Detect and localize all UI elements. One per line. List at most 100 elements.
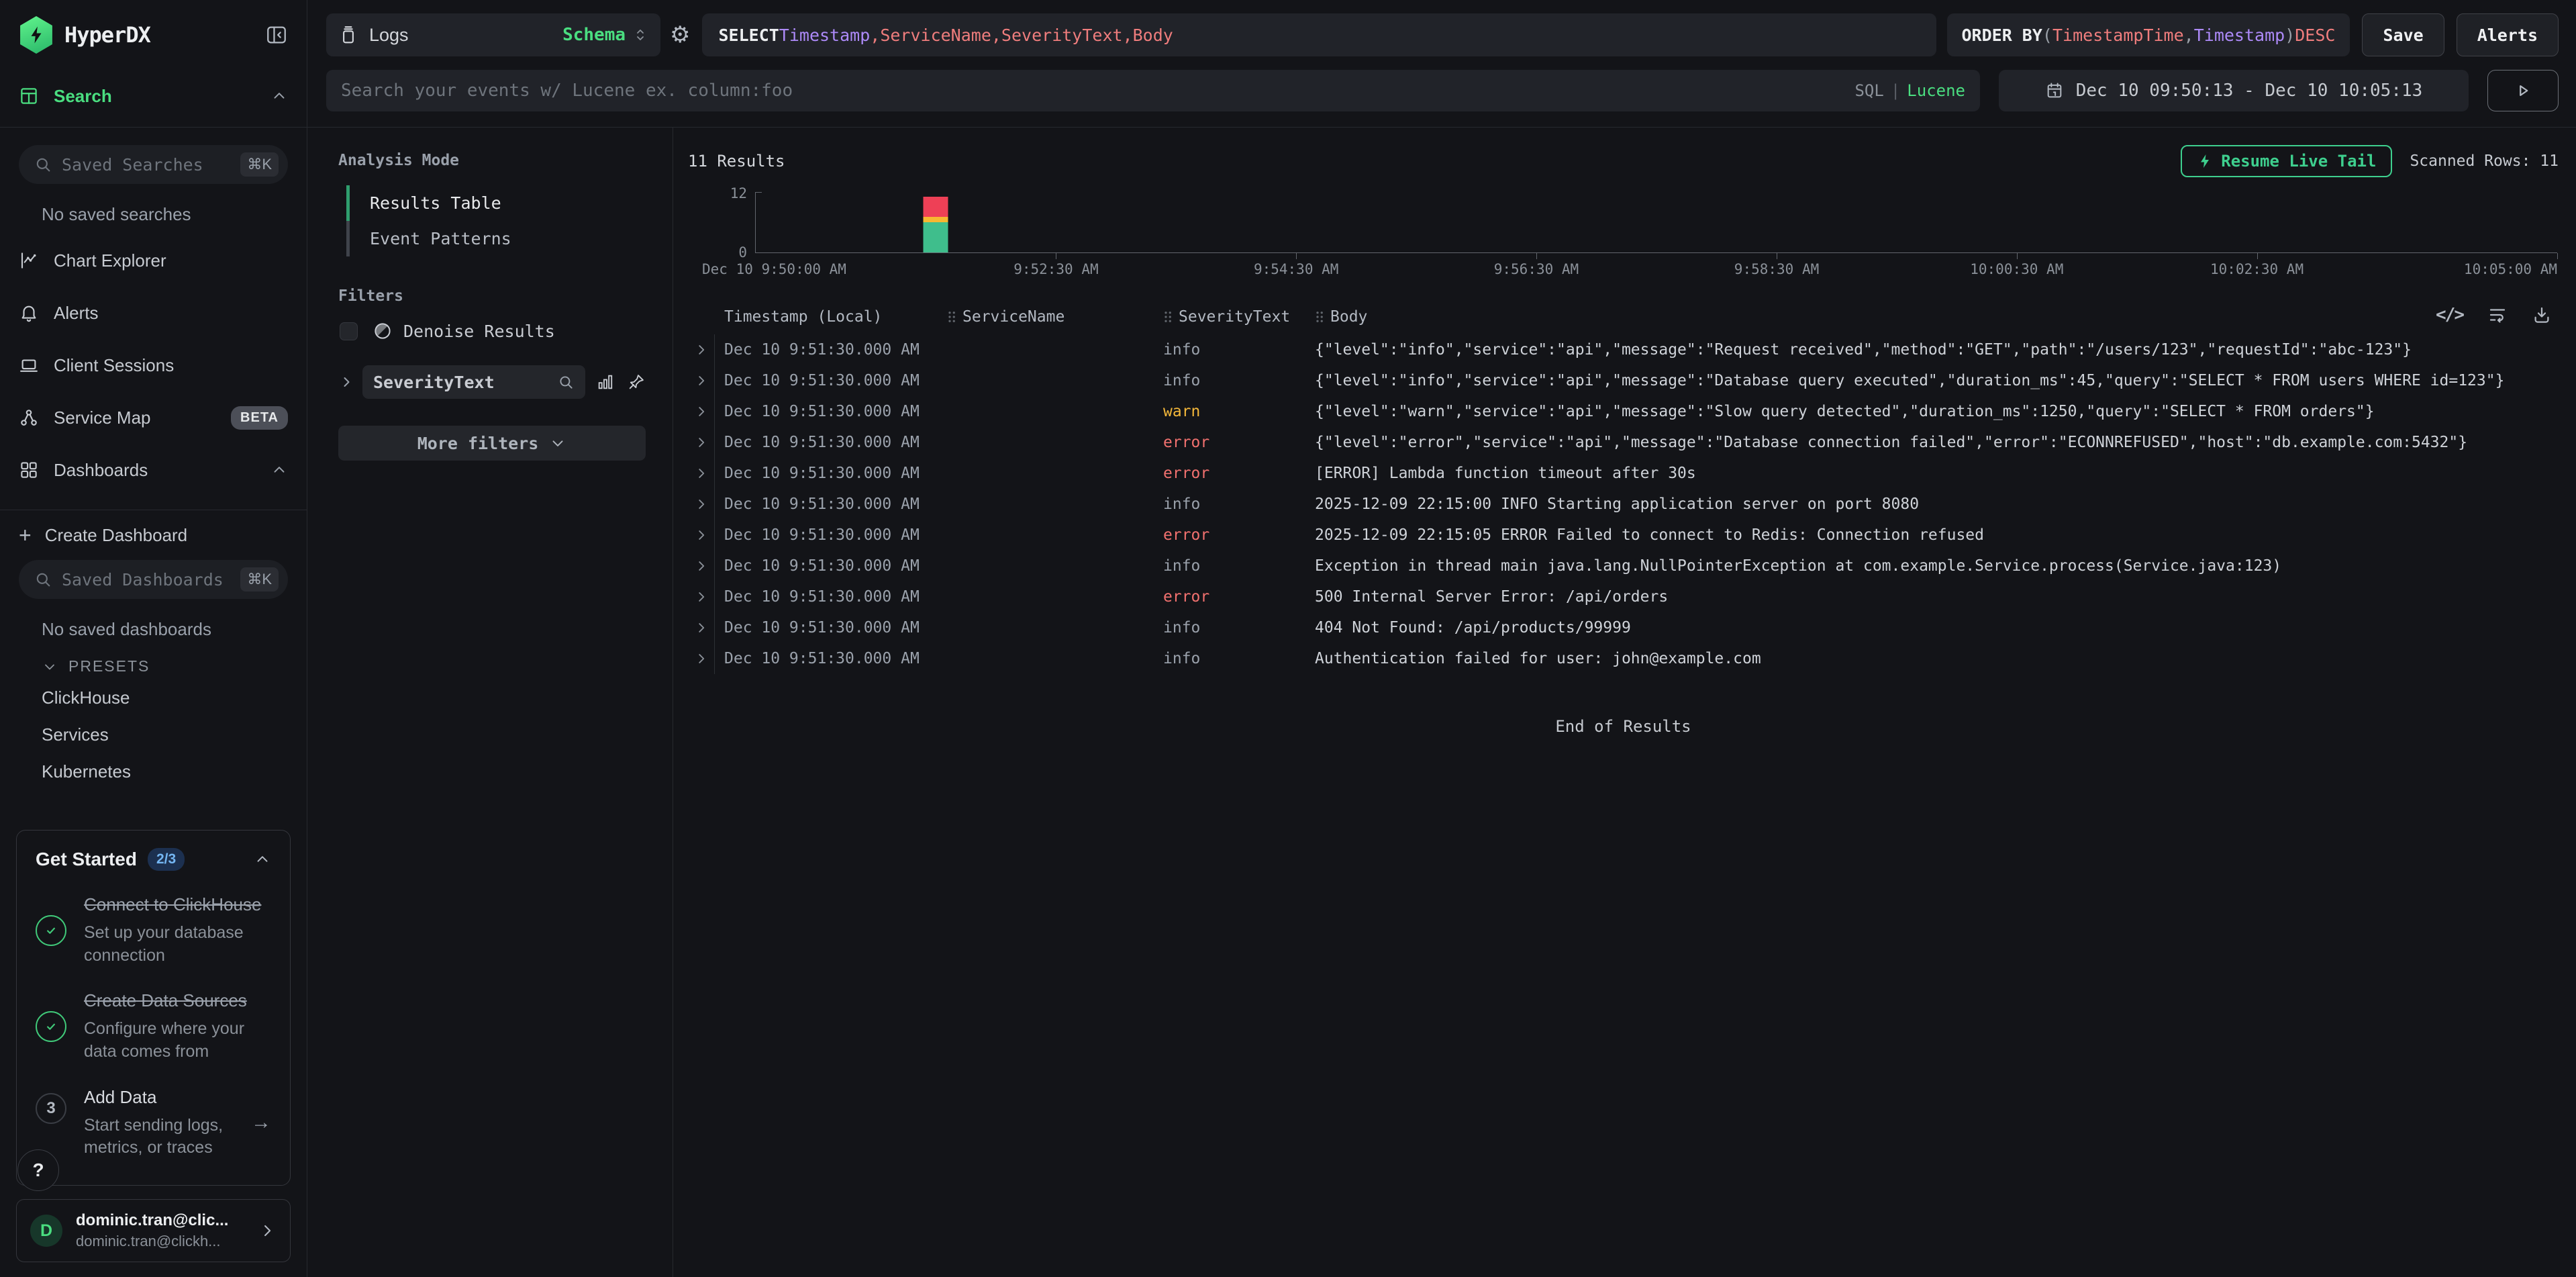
analysis-mode-results-table[interactable]: Results Table xyxy=(346,185,646,221)
preset-item-kubernetes[interactable]: Kubernetes xyxy=(19,753,288,790)
column-header-severitytext[interactable]: SeverityText xyxy=(1163,308,1315,326)
more-filters-button[interactable]: More filters xyxy=(338,426,646,461)
event-search-box[interactable]: SQL|Lucene xyxy=(326,70,1980,111)
chart-explorer-icon xyxy=(19,250,39,271)
sidebar-item-team-settings[interactable]: ⚙ Team Settings xyxy=(19,813,288,830)
chevron-right-icon[interactable] xyxy=(338,374,354,390)
date-range-picker[interactable]: Dec 10 09:50:13 - Dec 10 10:05:13 xyxy=(1999,70,2469,111)
get-started-step-datasources[interactable]: Create Data Sources Configure where your… xyxy=(36,990,271,1063)
gear-icon[interactable]: ⚙ xyxy=(670,21,690,48)
filter-group-field[interactable]: SeverityText xyxy=(362,365,585,399)
table-row[interactable]: Dec 10 9:51:30.000 AMerror[ERROR] Lambda… xyxy=(688,458,2559,489)
row-expand-chevron-icon[interactable] xyxy=(688,520,715,551)
download-icon[interactable] xyxy=(2532,305,2552,325)
alerts-button[interactable]: Alerts xyxy=(2457,13,2559,56)
step-description: Set up your database connection xyxy=(84,922,271,967)
table-row[interactable]: Dec 10 9:51:30.000 AMinfo404 Not Found: … xyxy=(688,612,2559,643)
chevron-up-icon[interactable] xyxy=(270,461,288,479)
wrap-text-icon[interactable] xyxy=(2487,305,2508,325)
help-button[interactable]: ? xyxy=(17,1149,59,1191)
saved-dashboards-input[interactable]: ⌘K xyxy=(19,560,288,599)
drag-handle-icon[interactable] xyxy=(1163,310,1172,324)
cell-body: {"level":"info","service":"api","message… xyxy=(1315,341,2559,359)
source-select[interactable]: Logs Schema xyxy=(326,13,660,56)
date-range-label: Dec 10 09:50:13 - Dec 10 10:05:13 xyxy=(2076,81,2423,101)
user-profile-card[interactable]: D dominic.tran@clic... dominic.tran@clic… xyxy=(16,1199,291,1262)
play-icon xyxy=(2513,81,2533,101)
run-query-button[interactable] xyxy=(2487,70,2559,111)
search-grid-icon xyxy=(19,86,39,106)
denoise-row[interactable]: Denoise Results xyxy=(340,321,646,341)
table-row[interactable]: Dec 10 9:51:30.000 AMwarn{"level":"warn"… xyxy=(688,396,2559,427)
select-query-box[interactable]: SELECT Timestamp,ServiceName,SeverityTex… xyxy=(702,13,1936,56)
collapse-sidebar-icon[interactable] xyxy=(265,23,288,46)
code-view-icon[interactable]: </> xyxy=(2436,305,2463,325)
preset-item-clickhouse[interactable]: ClickHouse xyxy=(19,679,288,716)
drag-handle-icon[interactable] xyxy=(1315,310,1324,324)
sidebar-nav: Chart ExplorerAlertsClient SessionsServi… xyxy=(19,234,288,496)
query-language-toggle[interactable]: SQL|Lucene xyxy=(1854,81,1965,100)
table-row[interactable]: Dec 10 9:51:30.000 AMinfo{"level":"info"… xyxy=(688,365,2559,396)
column-header-servicename[interactable]: ServiceName xyxy=(947,308,1163,326)
table-row[interactable]: Dec 10 9:51:30.000 AMinfo2025-12-09 22:1… xyxy=(688,489,2559,520)
sidebar-item-chart-explorer[interactable]: Chart Explorer xyxy=(19,234,288,287)
table-row[interactable]: Dec 10 9:51:30.000 AMinfo{"level":"info"… xyxy=(688,334,2559,365)
event-search-input[interactable] xyxy=(341,81,1841,101)
row-expand-chevron-icon[interactable] xyxy=(688,612,715,643)
sidebar-item-dashboards[interactable]: Dashboards xyxy=(19,444,288,496)
row-expand-chevron-icon[interactable] xyxy=(688,458,715,489)
denoise-checkbox[interactable] xyxy=(340,322,358,340)
bar-segment-error xyxy=(924,197,948,217)
sidebar-item-search[interactable]: Search xyxy=(19,70,288,122)
drag-handle-icon[interactable] xyxy=(947,310,956,324)
table-row[interactable]: Dec 10 9:51:30.000 AMerror{"level":"erro… xyxy=(688,427,2559,458)
table-row[interactable]: Dec 10 9:51:30.000 AMerror500 Internal S… xyxy=(688,581,2559,612)
row-expand-chevron-icon[interactable] xyxy=(688,489,715,520)
sidebar-item-service-map[interactable]: Service MapBETA xyxy=(19,391,288,444)
resume-live-tail-button[interactable]: Resume Live Tail xyxy=(2181,145,2392,177)
x-axis-label: Dec 10 9:50:00 AM xyxy=(702,261,846,277)
row-expand-chevron-icon[interactable] xyxy=(688,427,715,458)
saved-searches-input[interactable]: ⌘K xyxy=(19,145,288,184)
lucene-mode-label[interactable]: Lucene xyxy=(1907,81,1965,100)
chevron-up-icon[interactable] xyxy=(270,87,288,105)
cell-severitytext: info xyxy=(1163,372,1315,389)
chart-toggle-icon[interactable] xyxy=(596,373,615,391)
column-header-timestamp[interactable]: Timestamp (Local) xyxy=(724,308,947,326)
table-row[interactable]: Dec 10 9:51:30.000 AMinfoAuthentication … xyxy=(688,643,2559,674)
save-button[interactable]: Save xyxy=(2362,13,2444,56)
saved-dashboards-field[interactable] xyxy=(62,570,240,589)
get-started-step-connect[interactable]: Connect to ClickHouse Set up your databa… xyxy=(36,894,271,967)
presets-header[interactable]: PRESETS xyxy=(42,657,288,675)
row-expand-chevron-icon[interactable] xyxy=(688,581,715,612)
search-icon xyxy=(34,155,52,174)
order-by-box[interactable]: ORDER BY (TimestampTime, Timestamp) DESC xyxy=(1947,13,2350,56)
user-email: dominic.tran@clickh... xyxy=(76,1233,258,1250)
get-started-header[interactable]: Get Started 2/3 xyxy=(36,848,271,871)
table-row[interactable]: Dec 10 9:51:30.000 AMerror2025-12-09 22:… xyxy=(688,520,2559,551)
analysis-mode-event-patterns[interactable]: Event Patterns xyxy=(346,221,646,256)
cell-severitytext: info xyxy=(1163,650,1315,667)
sidebar-item-alerts[interactable]: Alerts xyxy=(19,287,288,339)
pin-icon[interactable] xyxy=(627,373,646,391)
saved-searches-field[interactable] xyxy=(62,155,240,175)
row-expand-chevron-icon[interactable] xyxy=(688,643,715,674)
histogram-plot[interactable]: Dec 10 9:50:00 AM9:52:30 AM9:54:30 AM9:5… xyxy=(755,192,2557,253)
chevron-up-icon[interactable] xyxy=(254,851,271,868)
sidebar-item-client-sessions[interactable]: Client Sessions xyxy=(19,339,288,391)
column-header-body[interactable]: Body xyxy=(1315,308,2559,326)
get-started-step-add-data[interactable]: 3 Add Data Start sending logs, metrics, … xyxy=(36,1086,271,1160)
analysis-modes: Results TableEvent Patterns xyxy=(338,185,646,256)
row-expand-chevron-icon[interactable] xyxy=(688,365,715,396)
sql-mode-label[interactable]: SQL xyxy=(1854,81,1883,100)
cell-timestamp: Dec 10 9:51:30.000 AM xyxy=(724,495,947,513)
row-expand-chevron-icon[interactable] xyxy=(688,334,715,365)
histogram-bar[interactable] xyxy=(924,197,948,252)
create-dashboard-button[interactable]: + Create Dashboard xyxy=(19,510,288,560)
results-histogram[interactable]: 12 0 Dec 10 9:50:00 AM9:52:30 AM9:54:30 … xyxy=(688,181,2559,279)
preset-item-services[interactable]: Services xyxy=(19,716,288,753)
table-row[interactable]: Dec 10 9:51:30.000 AMinfoException in th… xyxy=(688,551,2559,581)
row-expand-chevron-icon[interactable] xyxy=(688,396,715,427)
service-map-icon xyxy=(19,408,39,428)
row-expand-chevron-icon[interactable] xyxy=(688,551,715,581)
